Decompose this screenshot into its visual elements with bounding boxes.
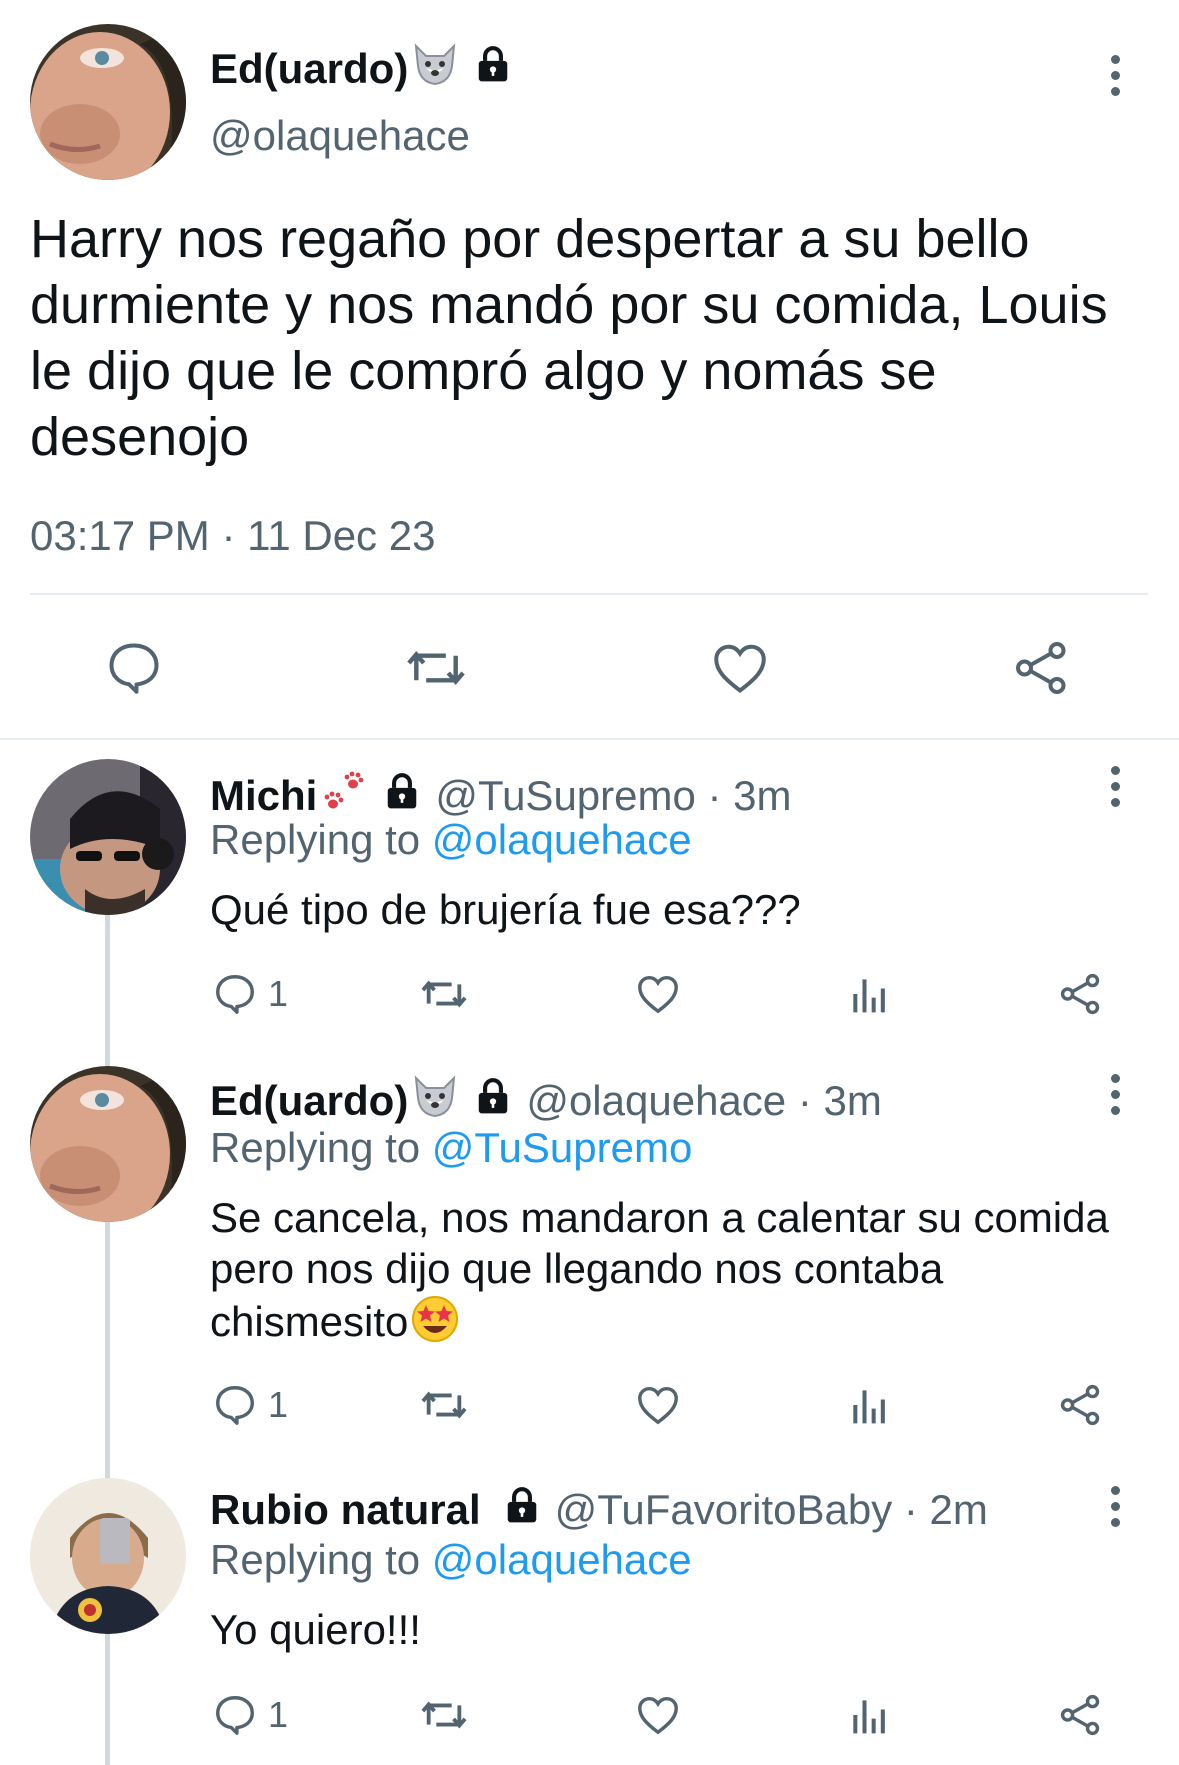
author-name-row: Rubio natural @TuFavoritoBaby · 2m — [210, 1486, 988, 1534]
main-tweet: Ed(uardo) @olaquehace Harry nos regaño p… — [0, 0, 1179, 740]
reply-count: 1 — [268, 1694, 289, 1735]
tweet-text: Harry nos regaño por despertar a su bell… — [30, 209, 1108, 467]
like-button[interactable] — [635, 1687, 681, 1743]
replying-label: Replying to — [210, 1124, 432, 1171]
analytics-button[interactable] — [848, 1687, 892, 1743]
reply-count: 1 — [268, 973, 289, 1014]
share-icon — [1016, 642, 1066, 694]
retweet-button[interactable] — [418, 1687, 470, 1743]
display-name[interactable]: Ed(uardo) — [210, 45, 408, 93]
author-handle-time[interactable]: @TuFavoritoBaby · 2m — [555, 1486, 988, 1534]
display-name[interactable]: Michi — [210, 772, 317, 820]
reply-button[interactable] — [104, 638, 164, 698]
thread-line — [105, 910, 110, 1765]
like-button[interactable] — [635, 1377, 681, 1433]
replying-label: Replying to — [210, 1536, 432, 1583]
speech-bubble-icon — [216, 1696, 254, 1735]
mention-link[interactable]: @olaquehace — [432, 816, 692, 863]
lock-icon — [383, 772, 421, 820]
mention-link[interactable]: @TuSupremo — [432, 1124, 693, 1171]
retweet-icon — [421, 980, 467, 1008]
share-icon — [1060, 973, 1100, 1015]
reply-text: Se cancela, nos mandaron a calentar su c… — [210, 1192, 1110, 1355]
lock-icon — [474, 1077, 512, 1125]
wolf-emoji — [410, 42, 460, 96]
author-handle[interactable]: @olaquehace — [210, 112, 470, 160]
share-button[interactable] — [1058, 966, 1104, 1022]
speech-bubble-icon — [109, 643, 159, 694]
heart-icon — [638, 1696, 678, 1735]
star-struck-emoji — [410, 1294, 460, 1355]
retweet-button[interactable] — [404, 638, 465, 698]
replying-to: Replying to @olaquehace — [210, 1536, 692, 1584]
like-button[interactable] — [635, 966, 681, 1022]
lock-icon — [474, 45, 512, 93]
heart-icon — [638, 975, 678, 1014]
more-options-button[interactable] — [1095, 45, 1135, 105]
avatar[interactable] — [30, 759, 186, 915]
display-name[interactable]: Ed(uardo) — [210, 1077, 408, 1125]
speech-bubble-icon — [216, 1386, 254, 1425]
author-name-row: Ed(uardo) — [210, 42, 512, 96]
avatar[interactable] — [30, 1478, 186, 1634]
author-name-row: Ed(uardo) @olaquehace · 3m — [210, 1074, 882, 1128]
more-options-button[interactable] — [1095, 1064, 1135, 1124]
analytics-button[interactable] — [848, 1377, 892, 1433]
bar-chart-icon — [853, 1700, 885, 1734]
heart-icon — [714, 644, 766, 694]
share-button[interactable] — [1012, 638, 1072, 698]
reply-text: Yo quiero!!! — [210, 1606, 421, 1653]
share-button[interactable] — [1058, 1377, 1104, 1433]
bar-chart-icon — [853, 979, 885, 1013]
more-options-button[interactable] — [1095, 756, 1135, 816]
retweet-icon — [421, 1391, 467, 1419]
analytics-button[interactable] — [848, 966, 892, 1022]
retweet-button[interactable] — [418, 966, 470, 1022]
display-name[interactable]: Rubio natural — [210, 1486, 481, 1534]
avatar[interactable] — [30, 24, 186, 180]
reply-count: 1 — [268, 1384, 289, 1425]
more-vertical-icon — [1110, 1485, 1120, 1495]
reply-button[interactable]: 1 — [212, 1687, 288, 1743]
more-vertical-icon — [1110, 1073, 1120, 1083]
bar-chart-icon — [853, 1390, 885, 1424]
heart-icon — [638, 1386, 678, 1425]
share-icon — [1060, 1384, 1100, 1426]
replying-to: Replying to @TuSupremo — [210, 1124, 692, 1172]
reply-button[interactable]: 1 — [212, 966, 288, 1022]
mention-link[interactable]: @olaquehace — [432, 1536, 692, 1583]
like-button[interactable] — [710, 638, 770, 698]
avatar[interactable] — [30, 1066, 186, 1222]
tweet-timestamp[interactable]: 03:17 PM · 11 Dec 23 — [30, 512, 435, 560]
retweet-icon — [407, 651, 465, 685]
share-icon — [1060, 1694, 1100, 1736]
wolf-emoji — [410, 1074, 460, 1128]
author-handle-time[interactable]: @TuSupremo · 3m — [435, 772, 791, 820]
divider — [30, 593, 1148, 595]
lock-icon — [503, 1486, 541, 1534]
retweet-button[interactable] — [418, 1377, 470, 1433]
more-options-button[interactable] — [1095, 1476, 1135, 1536]
replying-label: Replying to — [210, 816, 432, 863]
section-divider — [0, 738, 1179, 740]
more-vertical-icon — [1110, 765, 1120, 775]
retweet-icon — [421, 1701, 467, 1729]
reply-text-content: Se cancela, nos mandaron a calentar su c… — [210, 1194, 1109, 1345]
reply-text: Qué tipo de brujería fue esa??? — [210, 886, 801, 933]
author-handle-time[interactable]: @olaquehace · 3m — [526, 1077, 882, 1125]
share-button[interactable] — [1058, 1687, 1104, 1743]
speech-bubble-icon — [216, 975, 254, 1014]
more-vertical-icon — [1110, 54, 1120, 64]
reply-button[interactable]: 1 — [212, 1377, 288, 1433]
replying-to: Replying to @olaquehace — [210, 816, 692, 864]
